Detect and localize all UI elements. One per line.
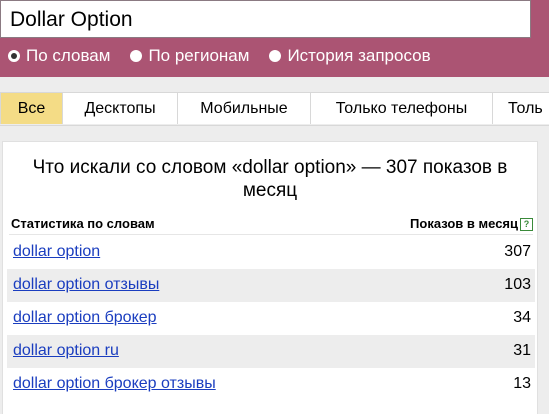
phrase-link[interactable]: dollar option bbox=[13, 243, 100, 261]
column-header-shows-label: Показов в месяц bbox=[410, 216, 518, 231]
column-header-shows: Показов в месяц? bbox=[410, 216, 533, 231]
shows-count: 103 bbox=[504, 276, 531, 293]
table-row: dollar option брокер отзывы 13 bbox=[7, 368, 535, 401]
stats-heading: Что искали со словом «dollar option» — 3… bbox=[32, 157, 508, 201]
shows-count: 13 bbox=[513, 375, 531, 392]
table-row: dollar option отзывы 103 bbox=[7, 269, 535, 302]
search-input[interactable] bbox=[10, 1, 520, 39]
tab-desktops[interactable]: Десктопы bbox=[62, 92, 178, 124]
phrase-link[interactable]: dollar option брокер отзывы bbox=[13, 375, 216, 393]
radio-unchecked-icon bbox=[269, 50, 282, 62]
shows-count: 31 bbox=[513, 342, 531, 359]
tab-tablets[interactable]: Толь bbox=[492, 92, 549, 124]
tab-mobile[interactable]: Мобильные bbox=[177, 92, 311, 124]
phrase-link[interactable]: dollar option ru bbox=[13, 342, 119, 360]
header-divider bbox=[9, 234, 533, 235]
word-stats-panel: Что искали со словом «dollar option» — 3… bbox=[2, 141, 538, 414]
mode-label: История запросов bbox=[287, 46, 431, 65]
shows-count: 34 bbox=[513, 309, 531, 326]
search-box bbox=[0, 0, 531, 39]
column-header-words: Статистика по словам bbox=[11, 216, 155, 231]
phrase-link[interactable]: dollar option отзывы bbox=[13, 276, 159, 294]
mode-by-words-radio[interactable]: По словам bbox=[8, 46, 110, 66]
device-tabs: Все Десктопы Мобильные Только телефоны Т… bbox=[0, 92, 549, 126]
mode-history-radio[interactable]: История запросов bbox=[269, 46, 431, 66]
shows-count: 307 bbox=[504, 243, 531, 260]
help-icon[interactable]: ? bbox=[520, 218, 533, 231]
table-row: dollar option ru 31 bbox=[7, 335, 535, 368]
mode-label: По словам bbox=[26, 46, 111, 65]
tab-all[interactable]: Все bbox=[0, 92, 63, 124]
tab-phones-only[interactable]: Только телефоны bbox=[310, 92, 493, 124]
table-row: dollar option брокер 34 bbox=[7, 302, 535, 335]
table-row: dollar option 307 bbox=[7, 236, 535, 269]
radio-unchecked-icon bbox=[130, 50, 143, 62]
phrase-link[interactable]: dollar option брокер bbox=[13, 309, 157, 327]
search-header: По словам По регионам История запросов bbox=[0, 0, 549, 77]
mode-by-regions-radio[interactable]: По регионам bbox=[130, 46, 249, 66]
radio-checked-icon bbox=[8, 50, 20, 62]
mode-label: По регионам bbox=[148, 46, 250, 65]
mode-selector: По словам По регионам История запросов bbox=[8, 46, 451, 66]
